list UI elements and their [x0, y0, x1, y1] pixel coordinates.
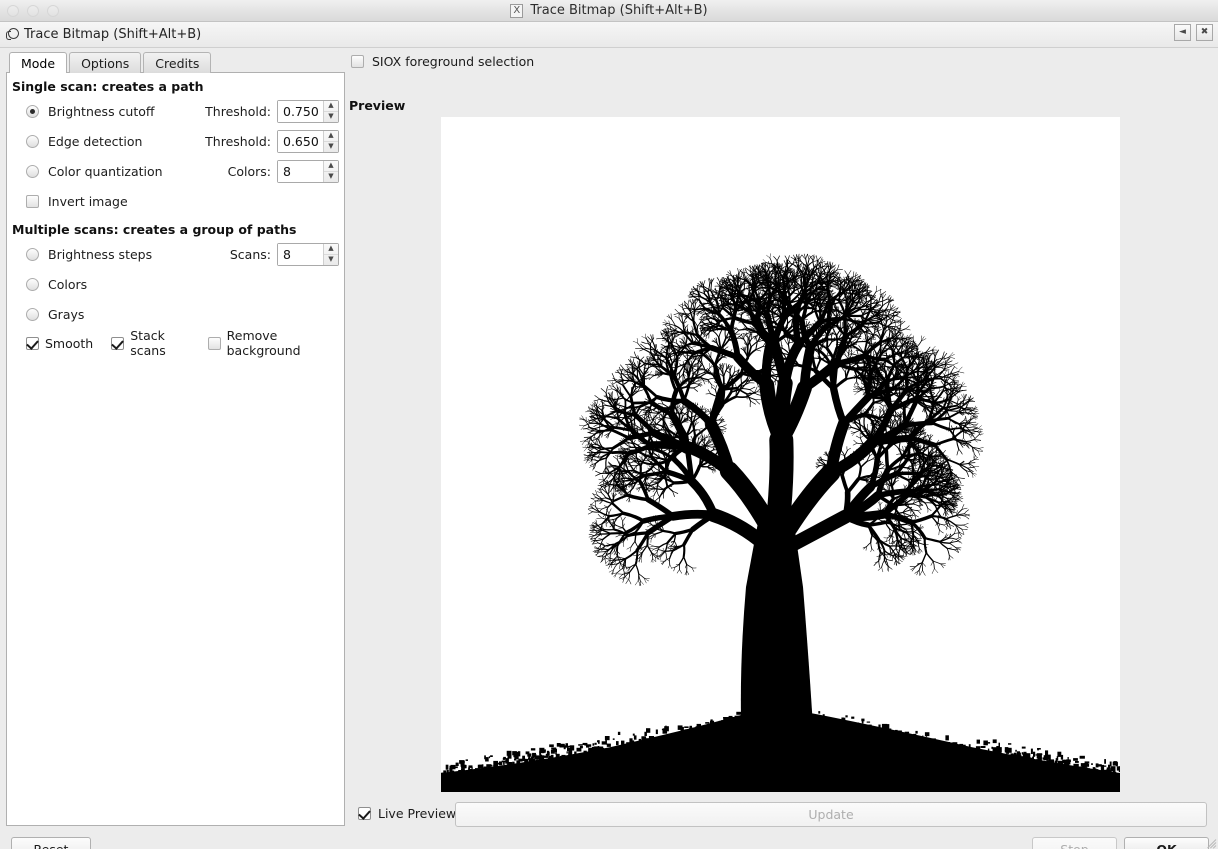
spinner-arrows-colors: ▲ ▼	[323, 161, 338, 182]
checkbox-icon-siox[interactable]	[351, 55, 364, 68]
row-grays: Grays	[7, 299, 344, 329]
radio-icon-grays[interactable]	[26, 308, 39, 321]
tab-bar: Mode Options Credits	[6, 52, 345, 73]
x-window-icon: X	[510, 4, 523, 18]
radio-label-color-quantization: Color quantization	[48, 164, 163, 179]
spinner-arrows-threshold-brightness: ▲ ▼	[323, 101, 338, 122]
chevron-down-icon[interactable]: ▼	[324, 172, 338, 182]
radio-label-edge-detection: Edge detection	[48, 134, 142, 149]
label-colors: Colors:	[228, 164, 271, 179]
os-window-title-text: Trace Bitmap (Shift+Alt+B)	[530, 3, 707, 18]
checkbox-remove-background[interactable]: Remove background	[208, 328, 332, 358]
tab-options[interactable]: Options	[69, 52, 141, 73]
checkbox-icon-remove-background[interactable]	[208, 337, 221, 350]
spinner-value-threshold-edge[interactable]: 0.650	[278, 131, 323, 152]
multiple-scans-heading: Multiple scans: creates a group of paths	[12, 222, 344, 237]
bare-tree-silhouette-icon	[441, 117, 1120, 792]
checkbox-siox-foreground-selection[interactable]: SIOX foreground selection	[351, 54, 534, 69]
trace-bitmap-icon	[6, 27, 22, 43]
row-edge-detection: Edge detection Threshold: 0.650 ▲ ▼	[7, 126, 344, 156]
radio-label-grays: Grays	[48, 307, 84, 322]
os-window-title: X Trace Bitmap (Shift+Alt+B)	[0, 3, 1218, 18]
checkbox-label-invert-image: Invert image	[48, 194, 128, 209]
radio-grays[interactable]: Grays	[12, 307, 84, 322]
trace-bitmap-dialog: X Trace Bitmap (Shift+Alt+B) Trace Bitma…	[0, 0, 1218, 849]
close-icon[interactable]: ✖	[1196, 24, 1213, 41]
chevron-up-icon[interactable]: ▲	[324, 244, 338, 255]
close-dot-icon[interactable]	[7, 5, 19, 17]
traffic-light-group	[7, 5, 59, 17]
chevron-down-icon[interactable]: ▼	[324, 142, 338, 152]
radio-brightness-cutoff[interactable]: Brightness cutoff	[12, 104, 155, 119]
chevron-down-icon[interactable]: ▼	[324, 255, 338, 265]
row-brightness-cutoff: Brightness cutoff Threshold: 0.750 ▲ ▼	[7, 96, 344, 126]
radio-label-colors: Colors	[48, 277, 87, 292]
tab-credits[interactable]: Credits	[143, 52, 211, 73]
preview-heading: Preview	[349, 98, 405, 113]
minimize-icon[interactable]: ◄	[1174, 24, 1191, 41]
label-threshold-edge: Threshold:	[205, 134, 271, 149]
os-titlebar: X Trace Bitmap (Shift+Alt+B)	[0, 0, 1218, 22]
radio-edge-detection[interactable]: Edge detection	[12, 134, 142, 149]
spinner-arrows-threshold-edge: ▲ ▼	[323, 131, 338, 152]
dialog-title: Trace Bitmap (Shift+Alt+B)	[24, 27, 201, 42]
spinner-scans[interactable]: 8 ▲ ▼	[277, 243, 339, 266]
checkbox-icon-smooth[interactable]	[26, 337, 39, 350]
single-scan-heading: Single scan: creates a path	[12, 79, 344, 94]
radio-icon-brightness-cutoff[interactable]	[26, 105, 39, 118]
spinner-value-threshold-brightness[interactable]: 0.750	[278, 101, 323, 122]
dialog-window: Trace Bitmap (Shift+Alt+B) ◄ ✖ Mode Opti…	[0, 22, 1218, 849]
radio-brightness-steps[interactable]: Brightness steps	[12, 247, 152, 262]
spinner-value-scans[interactable]: 8	[278, 244, 323, 265]
checkbox-label-stack-scans: Stack scans	[130, 328, 189, 358]
checkbox-label-remove-background: Remove background	[227, 328, 332, 358]
chevron-up-icon[interactable]: ▲	[324, 131, 338, 142]
spinner-value-colors[interactable]: 8	[278, 161, 323, 182]
preview-image	[441, 117, 1120, 792]
window-button-group: ◄ ✖	[1174, 24, 1213, 41]
row-color-quantization: Color quantization Colors: 8 ▲ ▼	[7, 156, 344, 186]
checkbox-icon-stack-scans[interactable]	[111, 337, 124, 350]
dialog-header: Trace Bitmap (Shift+Alt+B) ◄ ✖	[0, 22, 1218, 48]
spinner-arrows-scans: ▲ ▼	[323, 244, 338, 265]
label-scans: Scans:	[230, 247, 271, 262]
checkbox-invert-image[interactable]: Invert image	[12, 194, 128, 209]
reset-button[interactable]: Reset	[11, 837, 91, 849]
ok-button[interactable]: OK	[1124, 837, 1209, 849]
radio-icon-color-quantization[interactable]	[26, 165, 39, 178]
radio-color-quantization[interactable]: Color quantization	[12, 164, 163, 179]
left-panel: Mode Options Credits Single scan: create…	[6, 52, 345, 827]
chevron-down-icon[interactable]: ▼	[324, 112, 338, 122]
radio-colors[interactable]: Colors	[12, 277, 87, 292]
checkbox-label-smooth: Smooth	[45, 336, 93, 351]
spinner-colors[interactable]: 8 ▲ ▼	[277, 160, 339, 183]
row-scan-toggles: Smooth Stack scans Remove background	[7, 329, 344, 357]
row-invert-image: Invert image	[7, 186, 344, 216]
zoom-dot-icon[interactable]	[47, 5, 59, 17]
tab-mode[interactable]: Mode	[9, 52, 67, 73]
resize-grip-icon[interactable]	[1202, 833, 1216, 847]
checkbox-label-siox: SIOX foreground selection	[372, 54, 534, 69]
checkbox-stack-scans[interactable]: Stack scans	[111, 328, 189, 358]
chevron-up-icon[interactable]: ▲	[324, 101, 338, 112]
mode-tab-panel: Single scan: creates a path Brightness c…	[6, 72, 345, 826]
spinner-threshold-brightness[interactable]: 0.750 ▲ ▼	[277, 100, 339, 123]
minimize-dot-icon[interactable]	[27, 5, 39, 17]
radio-label-brightness-cutoff: Brightness cutoff	[48, 104, 155, 119]
radio-label-brightness-steps: Brightness steps	[48, 247, 152, 262]
row-brightness-steps: Brightness steps Scans: 8 ▲ ▼	[7, 239, 344, 269]
spinner-threshold-edge[interactable]: 0.650 ▲ ▼	[277, 130, 339, 153]
stop-button[interactable]: Stop	[1032, 837, 1117, 849]
checkbox-icon-invert-image[interactable]	[26, 195, 39, 208]
label-threshold-brightness: Threshold:	[205, 104, 271, 119]
checkbox-smooth[interactable]: Smooth	[26, 336, 93, 351]
radio-icon-brightness-steps[interactable]	[26, 248, 39, 261]
row-colors: Colors	[7, 269, 344, 299]
chevron-up-icon[interactable]: ▲	[324, 161, 338, 172]
radio-icon-edge-detection[interactable]	[26, 135, 39, 148]
radio-icon-colors[interactable]	[26, 278, 39, 291]
